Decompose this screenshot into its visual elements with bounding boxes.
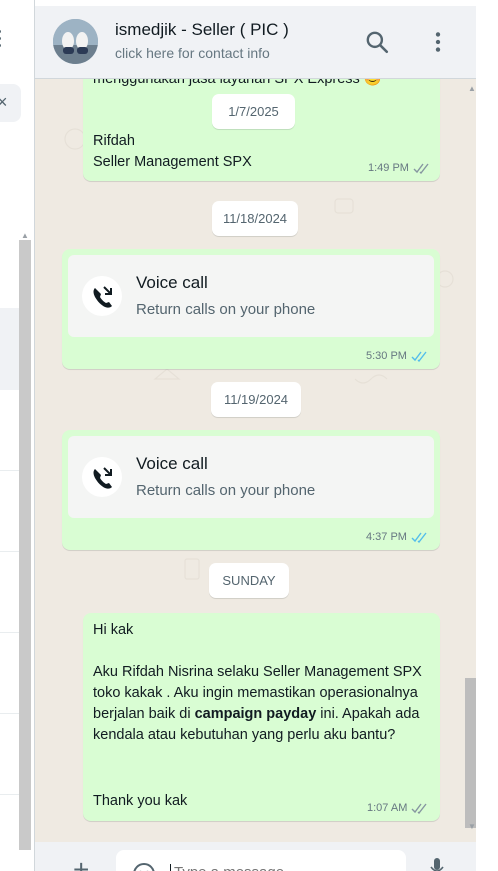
message-bubble-outgoing[interactable]: Voice call Return calls on your phone 4:…	[62, 430, 440, 550]
message-text: Hi kak	[93, 622, 134, 638]
message-time: 1:49 PM	[368, 162, 409, 174]
voice-call-card[interactable]: Voice call Return calls on your phone	[68, 255, 434, 337]
message-meta: 5:30 PM	[366, 350, 428, 362]
call-title: Voice call	[136, 454, 208, 473]
chat-window: ismedjik - Seller ( PIC ) click here for…	[35, 6, 476, 871]
call-circle	[82, 457, 122, 497]
chat-header[interactable]: ismedjik - Seller ( PIC ) click here for…	[35, 6, 476, 79]
message-input[interactable]	[170, 864, 394, 871]
divider	[0, 794, 19, 795]
message-time: 4:37 PM	[366, 531, 407, 543]
chat-list-search[interactable]: ×	[0, 84, 21, 122]
date-separator: 1/7/2025	[212, 94, 295, 129]
call-title: Voice call	[136, 273, 208, 292]
scroll-up-arrow[interactable]: ▲	[21, 231, 29, 240]
message-bubble-outgoing[interactable]: Voice call Return calls on your phone 5:…	[62, 249, 440, 369]
message-text: Rifdah	[93, 133, 135, 149]
message-meta: 4:37 PM	[366, 531, 428, 543]
chat-list-item-selected[interactable]	[0, 308, 19, 390]
avatar[interactable]	[53, 19, 98, 64]
message-meta: 1:49 PM	[368, 162, 430, 174]
close-icon[interactable]: ×	[0, 92, 8, 113]
message-text: menggunakan jasa layanan SPX Express 😊	[93, 79, 382, 87]
message-meta: 1:07 AM	[367, 802, 428, 814]
message-text: Seller Management SPX	[93, 154, 252, 170]
message-bubble-outgoing[interactable]: Hi kak Aku Rifdah Nisrina selaku Seller …	[83, 613, 440, 821]
contact-name[interactable]: ismedjik - Seller ( PIC )	[115, 20, 289, 40]
window-right-edge	[476, 0, 498, 871]
message-text: Aku Rifdah Nisrina selaku Seller Managem…	[93, 664, 422, 743]
search-icon[interactable]	[364, 29, 390, 55]
divider	[0, 551, 19, 552]
scroll-down-arrow[interactable]: ▼	[468, 822, 476, 831]
read-ticks-icon	[411, 351, 427, 362]
message-time: 5:30 PM	[366, 350, 407, 362]
message-text: Thank you kak	[93, 793, 188, 809]
chat-list-pane: × ▲	[0, 0, 35, 871]
message-bold-text: campaign payday	[194, 706, 317, 722]
divider	[0, 470, 19, 471]
microphone-icon[interactable]	[430, 858, 444, 871]
menu-icon[interactable]	[425, 29, 451, 55]
scroll-up-arrow[interactable]: ▲	[468, 84, 476, 93]
read-ticks-icon	[413, 163, 429, 174]
missed-call-icon	[93, 286, 112, 308]
date-separator: 11/18/2024	[212, 201, 298, 236]
chat-scrollbar-thumb[interactable]	[465, 678, 476, 828]
call-circle	[82, 276, 122, 316]
date-separator: 11/19/2024	[211, 382, 301, 417]
divider	[0, 713, 19, 714]
date-separator: SUNDAY	[209, 563, 289, 598]
attach-icon[interactable]: +	[73, 856, 89, 871]
call-subtitle: Return calls on your phone	[136, 482, 316, 499]
message-time: 1:07 AM	[367, 802, 408, 814]
voice-call-card[interactable]: Voice call Return calls on your phone	[68, 436, 434, 518]
composer-bar: +	[35, 842, 476, 871]
read-ticks-icon	[411, 803, 427, 814]
message-list[interactable]: menggunakan jasa layanan SPX Express 😊 R…	[35, 79, 476, 842]
divider	[0, 632, 19, 633]
chat-list-scrollbar[interactable]	[19, 240, 31, 850]
missed-call-icon	[93, 467, 112, 489]
emoji-icon[interactable]	[132, 862, 156, 871]
call-subtitle: Return calls on your phone	[136, 301, 316, 318]
contact-info-link[interactable]: click here for contact info	[115, 45, 270, 61]
chat-list-menu-icon[interactable]	[0, 30, 4, 50]
message-input-box[interactable]	[116, 850, 406, 871]
read-ticks-icon	[411, 532, 427, 543]
